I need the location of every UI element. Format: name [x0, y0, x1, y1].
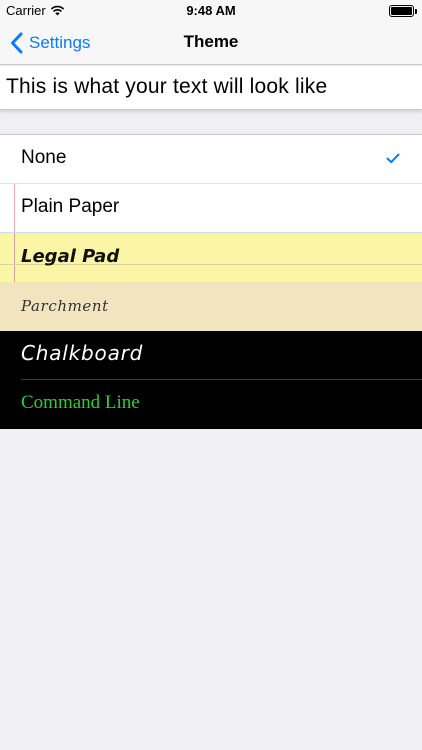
battery-level [391, 7, 412, 15]
theme-option-legal-pad[interactable]: Legal Pad [0, 233, 422, 282]
margin-line [14, 184, 15, 233]
theme-list: None Plain Paper Legal Pad Parchment Cha… [0, 134, 422, 429]
theme-option-label: None [21, 147, 67, 168]
theme-option-label: Legal Pad [21, 246, 120, 267]
page-title: Theme [183, 32, 239, 51]
checkmark-icon [386, 153, 400, 164]
theme-option-label: Parchment [21, 297, 109, 315]
theme-option-parchment[interactable]: Parchment [0, 282, 422, 331]
screen: Carrier 9:48 AM Settings Theme This is w… [0, 0, 422, 750]
preview-text: This is what your text will look like [6, 75, 328, 98]
status-time: 9:48 AM [186, 3, 236, 18]
theme-option-none[interactable]: None [0, 135, 422, 184]
theme-option-label: Command Line [21, 392, 140, 413]
battery-icon [389, 5, 417, 17]
theme-option-plain-paper[interactable]: Plain Paper [0, 184, 422, 233]
status-bar: Carrier 9:48 AM [0, 0, 422, 22]
theme-option-label: Chalkboard [21, 341, 144, 365]
theme-option-chalkboard[interactable]: Chalkboard [0, 331, 422, 380]
margin-line [14, 233, 15, 282]
preview-panel: This is what your text will look like [0, 66, 422, 110]
top-bar: Carrier 9:48 AM Settings Theme [0, 0, 422, 65]
theme-option-command-line[interactable]: Command Line [0, 380, 422, 429]
theme-option-label: Plain Paper [21, 196, 120, 217]
